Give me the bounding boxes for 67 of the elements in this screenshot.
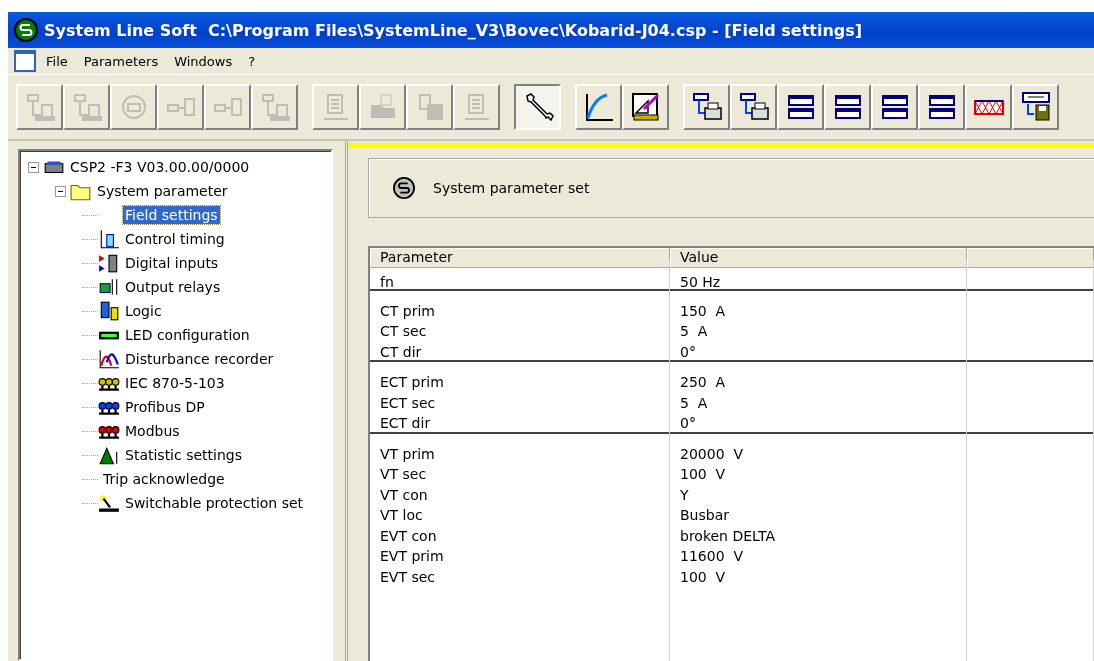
toolbar-button[interactable] <box>514 84 561 130</box>
waveform-icon <box>98 349 120 369</box>
column-header: Parameter <box>370 248 670 268</box>
tree-item[interactable]: Switchable protection set <box>123 494 306 512</box>
parameter-cell-text: VT loc <box>380 506 424 525</box>
tree-item[interactable]: System parameter <box>95 182 230 200</box>
window-title: System Line Soft C:\Program Files\SystemLine_V3\Bovec\Kobarid-J04.csp - [Field settings] <box>44 20 863 40</box>
tree-item[interactable]: Modbus <box>123 422 182 440</box>
tree-item[interactable]: Statistic settings <box>123 446 244 464</box>
triangle-icon <box>98 445 120 465</box>
inputs-icon <box>98 253 120 273</box>
logo-icon <box>393 177 415 199</box>
value-cell-text: Busbar <box>680 506 730 525</box>
parameter-cell-text: EVT prim <box>380 547 445 566</box>
app-logo-icon <box>14 18 38 42</box>
value-cell-text: broken DELTA <box>680 526 776 546</box>
parameter-cell-text: CT dir <box>380 342 423 362</box>
drafting-icon <box>629 91 662 123</box>
value-cell-text: 100 V <box>680 567 727 587</box>
value-cell-text: 5 A <box>680 322 709 341</box>
value-cell-text: 11600 V <box>680 547 744 566</box>
value-cell-text: 0° <box>680 342 697 362</box>
window-icon[interactable] <box>14 50 36 72</box>
print-icon <box>737 91 770 123</box>
relays-icon <box>98 277 120 297</box>
panel-title: System parameter set <box>433 180 590 196</box>
parameter-cell-text: EVT sec <box>380 567 437 587</box>
tree-item[interactable]: LED configuration <box>123 326 252 344</box>
value-cell-text: 50 Hz <box>680 273 722 292</box>
value-cell-text: 250 A <box>680 373 727 392</box>
parameter-cell-text: VT con <box>380 485 429 505</box>
tree-item[interactable]: Logic <box>123 302 164 320</box>
tree-item[interactable]: Field settings <box>123 206 220 224</box>
parameter-cell-text: ECT prim <box>380 373 445 392</box>
parameter-cell-text: EVT con <box>380 526 438 546</box>
parameter-cell-text: VT prim <box>380 444 436 464</box>
parameter-cell-text: VT sec <box>380 465 428 484</box>
column-header: Value <box>670 248 967 268</box>
parameter-cell-text: fn <box>380 273 395 292</box>
logic-icon <box>98 301 120 321</box>
tree-item[interactable]: Trip acknowledge <box>101 470 227 488</box>
menu-item[interactable]: File <box>40 51 74 71</box>
value-cell-text: 20000 V <box>680 444 744 464</box>
print-icon <box>690 91 723 123</box>
tree-item[interactable]: IEC 870-5-103 <box>123 374 227 392</box>
tree-item[interactable]: Control timing <box>123 230 227 248</box>
menu-item[interactable]: ? <box>242 51 262 71</box>
value-cell-text: 100 V <box>680 465 727 484</box>
chart-icon <box>98 229 120 249</box>
collapse-icon[interactable] <box>55 185 66 197</box>
value-cell-text: 5 A <box>680 393 709 413</box>
tree-item[interactable]: Profibus DP <box>123 398 207 416</box>
tree-item[interactable]: Disturbance recorder <box>123 350 276 368</box>
value-cell-text: Y <box>680 485 690 505</box>
value-cell-text: 0° <box>680 414 697 433</box>
value-cell-text: 150 A <box>680 301 727 321</box>
tree-item[interactable]: Digital inputs <box>123 254 221 272</box>
tree-item[interactable]: Output relays <box>123 278 223 296</box>
menu-item[interactable]: Parameters <box>77 51 165 71</box>
parameter-cell-text: CT prim <box>380 301 436 321</box>
lever-icon <box>98 493 120 513</box>
tree-item[interactable]: CSP2 -F3 V03.00.00/0000 <box>68 158 252 176</box>
collapse-icon[interactable] <box>28 161 39 173</box>
menu-item[interactable]: Windows <box>168 51 239 71</box>
parameter-cell-text: ECT dir <box>380 414 432 433</box>
parameter-cell-text: CT sec <box>380 322 428 341</box>
parameter-cell-text: ECT sec <box>380 393 437 413</box>
